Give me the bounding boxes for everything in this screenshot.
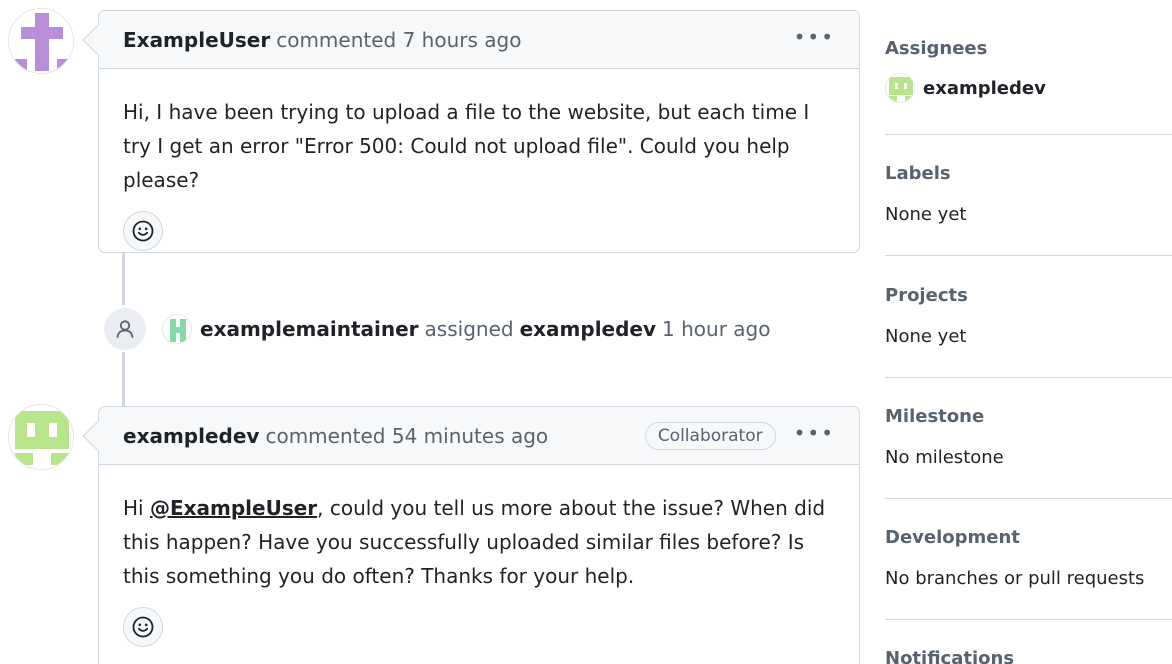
sidebar-assignees: Assignees exampledev	[885, 38, 1172, 103]
comment-header: ExampleUser commented 7 hours ago •••	[82, 11, 859, 69]
sidebar-assignees-title[interactable]: Assignees	[885, 38, 1172, 59]
comment-author[interactable]: ExampleUser	[123, 28, 270, 52]
comment-body: Hi @ExampleUser, could you tell us more …	[99, 465, 859, 647]
sidebar-development-value: No branches or pull requests	[885, 568, 1145, 589]
comment-body: Hi, I have been trying to upload a file …	[99, 69, 859, 251]
sidebar-milestone: Milestone No milestone	[885, 406, 1172, 468]
sidebar-notifications: Notifications	[885, 648, 1172, 664]
sidebar-notifications-title[interactable]: Notifications	[885, 648, 1172, 664]
event-time[interactable]: 1 hour ago	[662, 317, 770, 341]
add-reaction-button[interactable]	[123, 211, 163, 251]
avatar-exampledev[interactable]	[8, 404, 74, 470]
sidebar-projects: Projects None yet	[885, 285, 1172, 347]
kebab-horizontal-icon[interactable]: •••	[794, 423, 835, 449]
sidebar-development-title[interactable]: Development	[885, 527, 1172, 548]
smiley-icon	[132, 616, 154, 638]
comment-text-before: Hi	[123, 496, 150, 520]
sidebar-projects-value: None yet	[885, 326, 967, 347]
comment-timestamp[interactable]: commented 7 hours ago	[276, 28, 521, 52]
sidebar-divider	[885, 134, 1172, 135]
sidebar-divider	[885, 619, 1172, 620]
smiley-icon	[132, 220, 154, 242]
sidebar-labels-title[interactable]: Labels	[885, 163, 1172, 184]
event-actor[interactable]: examplemaintainer	[200, 317, 419, 341]
collaborator-badge: Collaborator	[644, 421, 776, 450]
timeline-line	[122, 253, 125, 305]
sidebar-divider	[885, 377, 1172, 378]
comment-card: exampledev commented 54 minutes ago Coll…	[82, 406, 860, 664]
event-icon-badge	[104, 308, 146, 350]
comment-caret	[82, 420, 114, 452]
user-mention-link[interactable]: @ExampleUser	[150, 496, 317, 520]
kebab-horizontal-icon[interactable]: •••	[794, 27, 835, 53]
add-reaction-button[interactable]	[123, 607, 163, 647]
comment-card: ExampleUser commented 7 hours ago ••• Hi…	[82, 10, 860, 253]
avatar-exampledev-small	[885, 73, 915, 103]
person-icon	[116, 320, 134, 338]
sidebar-projects-title[interactable]: Projects	[885, 285, 1172, 306]
sidebar-divider	[885, 255, 1172, 256]
sidebar-development: Development No branches or pull requests	[885, 527, 1172, 589]
assignee-name[interactable]: exampledev	[923, 78, 1046, 99]
comment-header: exampledev commented 54 minutes ago Coll…	[82, 407, 859, 465]
sidebar-milestone-value: No milestone	[885, 447, 1004, 468]
comment-text: Hi @ExampleUser, could you tell us more …	[123, 491, 835, 593]
comment-timestamp[interactable]: commented 54 minutes ago	[265, 424, 548, 448]
sidebar-divider	[885, 498, 1172, 499]
timeline-event-assigned: examplemaintainer assigned exampledev 1 …	[104, 308, 776, 350]
sidebar-labels-value: None yet	[885, 204, 967, 225]
event-target[interactable]: exampledev	[520, 317, 656, 341]
sidebar-milestone-title[interactable]: Milestone	[885, 406, 1172, 427]
avatar-exampleuser[interactable]	[8, 8, 74, 74]
comment-text: Hi, I have been trying to upload a file …	[123, 100, 810, 192]
event-action: assigned	[424, 317, 514, 341]
assignee-item[interactable]: exampledev	[885, 73, 1172, 103]
comment-author[interactable]: exampledev	[123, 424, 259, 448]
sidebar-labels: Labels None yet	[885, 163, 1172, 225]
timeline-line	[122, 352, 125, 406]
avatar-examplemaintainer[interactable]	[162, 314, 192, 344]
comment-caret	[82, 24, 114, 56]
